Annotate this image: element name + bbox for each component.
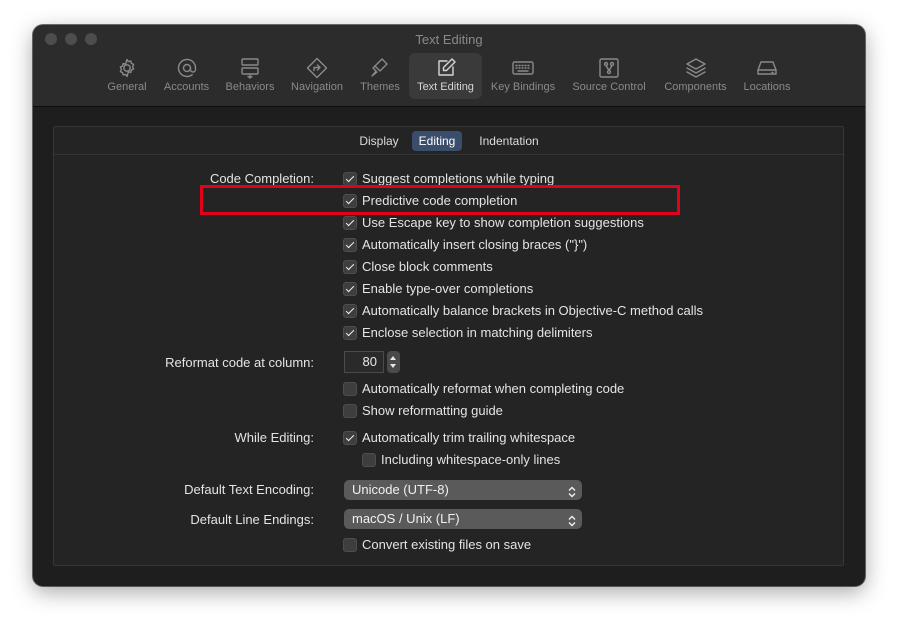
segment-editing[interactable]: Editing (412, 131, 462, 151)
source-control-icon (597, 56, 621, 80)
tab-label: Accounts (163, 81, 210, 93)
pencil-square-icon (434, 56, 458, 80)
reformat-column-field[interactable]: 80 (344, 351, 384, 373)
tab-navigation[interactable]: Navigation (286, 53, 348, 99)
checkbox-label: Automatically trim trailing whitespace (362, 430, 576, 445)
tab-themes[interactable]: Themes (355, 53, 405, 99)
behaviors-icon (238, 56, 262, 80)
checkbox[interactable] (362, 453, 376, 467)
segment-indentation[interactable]: Indentation (472, 131, 546, 151)
tab-locations[interactable]: Locations (739, 53, 795, 99)
tab-accounts[interactable]: Accounts (159, 53, 214, 99)
checkbox[interactable] (343, 431, 357, 445)
navigation-icon (305, 56, 329, 80)
tab-label: General (107, 81, 147, 93)
tab-label: Behaviors (225, 81, 275, 93)
while-editing-label: While Editing: (234, 430, 314, 445)
text-encoding-popup[interactable]: Unicode (UTF-8) (344, 480, 582, 500)
checkbox-label: Show reformatting guide (362, 403, 503, 418)
stepper-up-icon[interactable] (390, 356, 396, 360)
text-encoding-value: Unicode (UTF-8) (352, 482, 449, 497)
stepper-down-icon[interactable] (390, 364, 396, 368)
checkbox-label: Close block comments (362, 259, 493, 274)
chevron-up-down-icon (568, 484, 576, 498)
at-icon (175, 56, 199, 80)
checkbox[interactable] (343, 172, 357, 186)
tab-source-control[interactable]: Source Control (568, 53, 650, 99)
tab-key-bindings[interactable]: Key Bindings (487, 53, 559, 99)
checkbox-label: Automatically balance brackets in Object… (362, 303, 704, 318)
line-endings-value: macOS / Unix (LF) (352, 511, 460, 526)
checkbox-label: Automatically insert closing braces ("}"… (362, 237, 588, 252)
segmented-control: Display Editing Indentation (54, 127, 845, 155)
layers-icon (684, 56, 708, 80)
checkbox[interactable] (343, 238, 357, 252)
window-title: Text Editing (415, 32, 483, 47)
gear-icon (115, 56, 139, 80)
line-endings-label: Default Line Endings: (190, 512, 314, 527)
tab-label: Key Bindings (490, 81, 556, 93)
segment-display[interactable]: Display (352, 131, 406, 151)
checkbox[interactable] (343, 282, 357, 296)
chevron-up-down-icon (568, 513, 576, 527)
checkbox[interactable] (343, 304, 357, 318)
reformat-column-stepper[interactable] (387, 351, 400, 373)
annotation-highlight-box (200, 185, 680, 215)
tab-text-editing[interactable]: Text Editing (409, 53, 482, 99)
tab-label: Locations (743, 81, 791, 93)
checkbox[interactable] (343, 382, 357, 396)
brush-icon (368, 56, 392, 80)
checkbox-label: Enclose selection in matching delimiters (362, 325, 593, 340)
checkbox-label: Automatically reformat when completing c… (362, 381, 625, 396)
tab-label: Text Editing (417, 81, 474, 93)
tab-components[interactable]: Components (659, 53, 732, 99)
tab-label: Source Control (572, 81, 646, 93)
tab-label: Themes (360, 81, 400, 93)
checkbox[interactable] (343, 538, 357, 552)
line-endings-popup[interactable]: macOS / Unix (LF) (344, 509, 582, 529)
tab-label: Navigation (291, 81, 343, 93)
reformat-column-label: Reformat code at column: (165, 355, 314, 370)
checkbox[interactable] (343, 216, 357, 230)
drive-icon (755, 56, 779, 80)
keyboard-icon (511, 56, 535, 80)
tab-general[interactable]: General (104, 53, 150, 99)
text-encoding-label: Default Text Encoding: (184, 482, 314, 497)
checkbox-label: Use Escape key to show completion sugges… (362, 215, 644, 230)
tab-label: Components (664, 81, 727, 93)
preferences-window: Text Editing General Accounts Behaviors … (33, 25, 865, 586)
checkbox[interactable] (343, 326, 357, 340)
toolbar: Text Editing General Accounts Behaviors … (33, 25, 865, 107)
checkbox[interactable] (343, 260, 357, 274)
checkbox-label: Convert existing files on save (362, 537, 532, 552)
checkbox[interactable] (343, 404, 357, 418)
checkbox-label: Enable type-over completions (362, 281, 534, 296)
tab-behaviors[interactable]: Behaviors (222, 53, 278, 99)
checkbox-label: Including whitespace-only lines (381, 452, 561, 467)
